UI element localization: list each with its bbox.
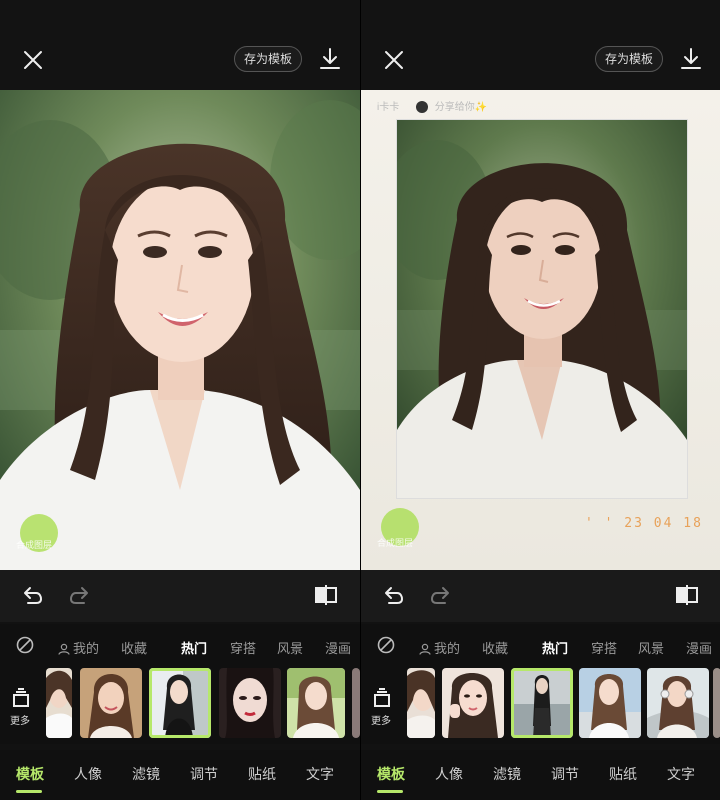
edit-toolbar: [361, 570, 720, 622]
photo-canvas[interactable]: 合成图层: [0, 90, 360, 570]
more-templates-button[interactable]: 更多: [371, 686, 397, 728]
nav-active-indicator: [377, 790, 403, 793]
compare-icon[interactable]: [314, 583, 338, 607]
person-icon: [419, 643, 431, 655]
top-bar: 存为模板: [0, 0, 360, 90]
watermark-label: 合成图层: [16, 540, 53, 550]
tab-mine[interactable]: 我的: [58, 638, 99, 657]
close-icon[interactable]: [381, 47, 407, 73]
tab-comic[interactable]: 漫画: [325, 638, 351, 657]
template-thumbnail-selected[interactable]: [149, 668, 211, 738]
portrait-photo: [0, 90, 360, 570]
redo-icon[interactable]: [68, 584, 90, 606]
tab-hot[interactable]: 热门: [542, 638, 568, 657]
tab-outfit[interactable]: 穿搭: [591, 638, 617, 657]
undo-icon[interactable]: [383, 584, 405, 606]
template-thumbnail[interactable]: [442, 668, 504, 738]
tab-hot[interactable]: 热门: [181, 638, 207, 657]
template-thumbnail[interactable]: [713, 668, 720, 738]
compare-icon[interactable]: [675, 583, 699, 607]
bottom-nav: 模板 人像 滤镜 调节 贴纸 文字: [361, 750, 720, 800]
undo-icon[interactable]: [22, 584, 44, 606]
nav-text[interactable]: 文字: [306, 764, 334, 784]
nav-filter[interactable]: 滤镜: [132, 764, 160, 784]
template-thumbnail[interactable]: [219, 668, 281, 738]
nav-adjust[interactable]: 调节: [551, 764, 579, 784]
frame-caption-right: 分享给你✨: [434, 102, 488, 113]
nav-template[interactable]: 模板: [377, 764, 405, 784]
tab-label: 我的: [73, 642, 100, 657]
more-templates-button[interactable]: 更多: [10, 686, 36, 728]
nav-sticker[interactable]: 贴纸: [609, 764, 637, 784]
layers-icon: [374, 688, 390, 707]
template-thumbnail-selected[interactable]: [511, 668, 573, 738]
more-label: 更多: [10, 716, 30, 727]
avatar: [416, 101, 429, 114]
frame-caption: i卡卡 分享给你✨: [377, 98, 488, 114]
category-tabs: 我的 收藏 热门 穿搭 风景 漫画: [361, 624, 720, 666]
nav-filter[interactable]: 滤镜: [493, 764, 521, 784]
template-thumbnail[interactable]: [287, 668, 345, 738]
tab-favorites[interactable]: 收藏: [482, 638, 508, 657]
download-icon[interactable]: [318, 47, 342, 71]
tab-favorites[interactable]: 收藏: [121, 638, 147, 657]
close-icon[interactable]: [20, 47, 46, 73]
tab-label: 我的: [434, 642, 461, 657]
none-icon[interactable]: [377, 636, 395, 654]
template-thumbnails: 更多: [361, 666, 720, 744]
frame-caption-left: i卡卡: [377, 102, 400, 113]
more-label: 更多: [371, 716, 391, 727]
watermark-label: 合成图层: [377, 538, 414, 548]
tab-outfit[interactable]: 穿搭: [230, 638, 256, 657]
photo-canvas-framed[interactable]: i卡卡 分享给你✨ ' ' 23 04 18 合成图层: [361, 90, 720, 570]
save-template-button[interactable]: 存为模板: [595, 46, 663, 72]
download-icon[interactable]: [679, 47, 703, 71]
template-thumbnail[interactable]: [647, 668, 709, 738]
template-thumbnail[interactable]: [407, 668, 435, 738]
top-bar: 存为模板: [361, 0, 720, 90]
nav-sticker[interactable]: 贴纸: [248, 764, 276, 784]
edit-toolbar: [0, 570, 360, 622]
nav-portrait[interactable]: 人像: [74, 764, 102, 784]
template-thumbnail[interactable]: [46, 668, 72, 738]
template-thumbnails: 更多: [0, 666, 360, 744]
category-tabs: 我的 收藏 热门 穿搭 风景 漫画: [0, 624, 360, 666]
person-icon: [58, 643, 70, 655]
editor-panel-right: 存为模板 i卡卡 分享给你✨ ' ' 23 04 18 合成图层 我的 收藏 热…: [360, 0, 720, 800]
tab-scenery[interactable]: 风景: [277, 638, 303, 657]
tab-comic[interactable]: 漫画: [686, 638, 712, 657]
tab-scenery[interactable]: 风景: [638, 638, 664, 657]
template-thumbnail[interactable]: [579, 668, 641, 738]
editor-panel-left: 存为模板 合成图层 我的 收藏 热门 穿搭 风景 漫画 更多 模板 人像 滤镜 …: [0, 0, 360, 800]
save-template-button[interactable]: 存为模板: [234, 46, 302, 72]
nav-portrait[interactable]: 人像: [435, 764, 463, 784]
framed-portrait: [397, 120, 687, 498]
nav-template[interactable]: 模板: [16, 764, 44, 784]
bottom-nav: 模板 人像 滤镜 调节 贴纸 文字: [0, 750, 360, 800]
date-stamp: ' ' 23 04 18: [585, 516, 703, 531]
layers-icon: [13, 688, 29, 707]
nav-text[interactable]: 文字: [667, 764, 695, 784]
template-thumbnail[interactable]: [352, 668, 360, 738]
nav-adjust[interactable]: 调节: [190, 764, 218, 784]
redo-icon[interactable]: [429, 584, 451, 606]
nav-active-indicator: [16, 790, 42, 793]
none-icon[interactable]: [16, 636, 34, 654]
tab-mine[interactable]: 我的: [419, 638, 460, 657]
template-thumbnail[interactable]: [80, 668, 142, 738]
